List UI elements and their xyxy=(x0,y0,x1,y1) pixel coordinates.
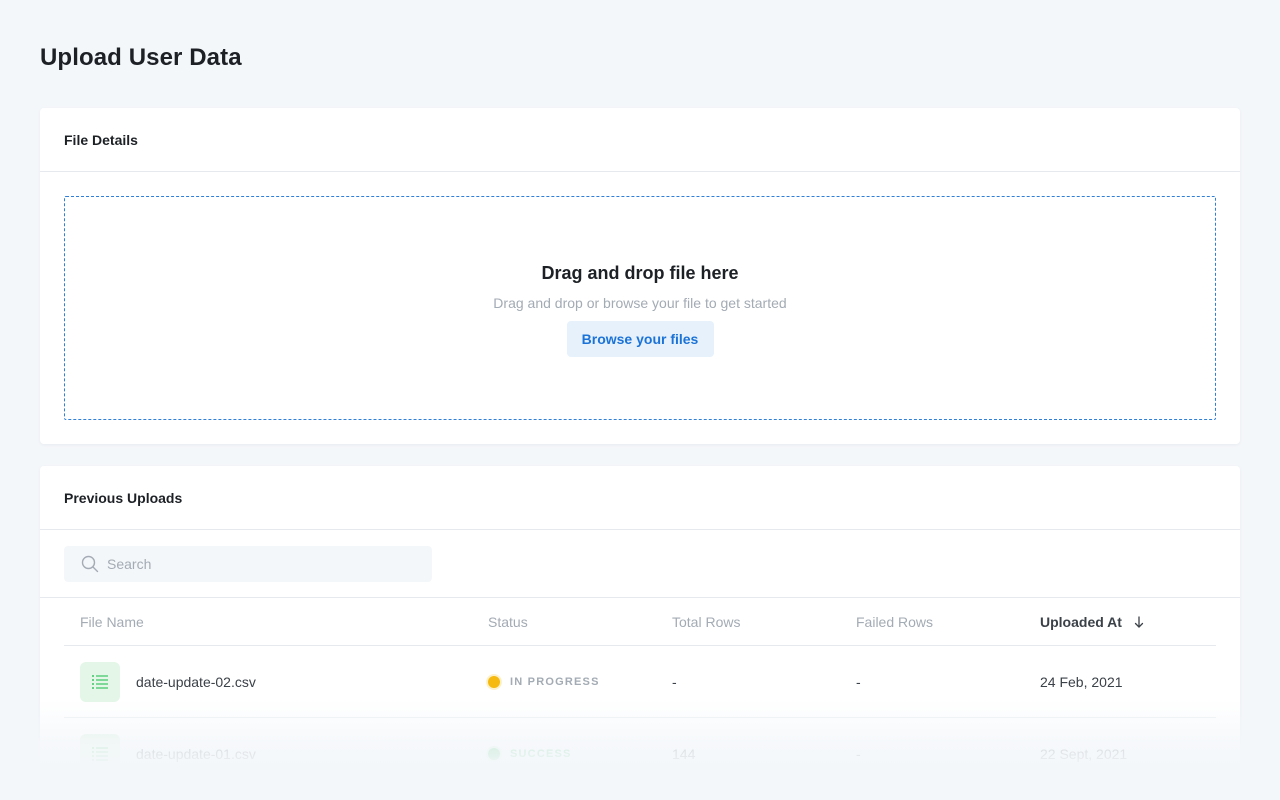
search-bar xyxy=(40,530,1240,598)
status-badge: IN PROGRESS xyxy=(510,676,600,688)
upload-page: Upload User Data File Details Drag and d… xyxy=(0,0,1280,800)
status-dot xyxy=(488,676,500,688)
search-box[interactable] xyxy=(64,546,432,582)
status-cell: IN PROGRESS xyxy=(488,646,600,718)
file-dropzone[interactable]: Drag and drop file here Drag and drop or… xyxy=(64,196,1216,420)
file-name[interactable]: date-update-01.csv xyxy=(136,746,256,762)
failed-rows-cell: - xyxy=(856,674,861,690)
total-rows-cell: 144 xyxy=(672,746,696,762)
column-header-uploaded-at[interactable]: Uploaded At xyxy=(1040,598,1144,646)
status-dot xyxy=(488,748,500,760)
previous-uploads-card: Previous Uploads File Name Status Total … xyxy=(40,466,1240,800)
arrow-down-icon xyxy=(1134,616,1144,628)
column-header-failed-rows[interactable]: Failed Rows xyxy=(856,598,933,646)
file-name[interactable]: date-update-02.csv xyxy=(136,674,256,690)
uploaded-at-cell: 22 Sept, 2021 xyxy=(1040,746,1128,762)
column-header-uploaded-at-label: Uploaded At xyxy=(1040,614,1122,630)
status-badge: SUCCESS xyxy=(510,748,572,760)
column-header-status[interactable]: Status xyxy=(488,598,528,646)
failed-rows-cell: - xyxy=(856,746,861,762)
status-cell: SUCCESS xyxy=(488,718,572,790)
list-file-icon xyxy=(80,734,120,774)
file-details-header: File Details xyxy=(40,108,1240,172)
search-input[interactable] xyxy=(107,556,407,572)
column-header-total-rows[interactable]: Total Rows xyxy=(672,598,740,646)
file-cell: date-update-01.csv xyxy=(80,718,256,790)
page-title: Upload User Data xyxy=(40,44,242,71)
file-details-card: File Details Drag and drop file here Dra… xyxy=(40,108,1240,444)
file-cell: date-update-02.csv xyxy=(80,646,256,718)
total-rows-cell: - xyxy=(672,674,677,690)
search-icon xyxy=(81,555,99,573)
column-header-file-name[interactable]: File Name xyxy=(80,598,144,646)
uploaded-at-cell: 24 Feb, 2021 xyxy=(1040,674,1123,690)
table-row[interactable]: date-update-01.csv SUCCESS 144 - 22 Sept… xyxy=(64,718,1216,790)
dropzone-subtext: Drag and drop or browse your file to get… xyxy=(493,295,787,311)
uploads-table: File Name Status Total Rows Failed Rows … xyxy=(64,598,1216,790)
table-header: File Name Status Total Rows Failed Rows … xyxy=(64,598,1216,646)
browse-files-button[interactable]: Browse your files xyxy=(566,321,714,357)
previous-uploads-header: Previous Uploads xyxy=(40,466,1240,530)
table-row[interactable]: date-update-02.csv IN PROGRESS - - 24 Fe… xyxy=(64,646,1216,718)
list-file-icon xyxy=(80,662,120,702)
dropzone-heading: Drag and drop file here xyxy=(541,263,739,283)
